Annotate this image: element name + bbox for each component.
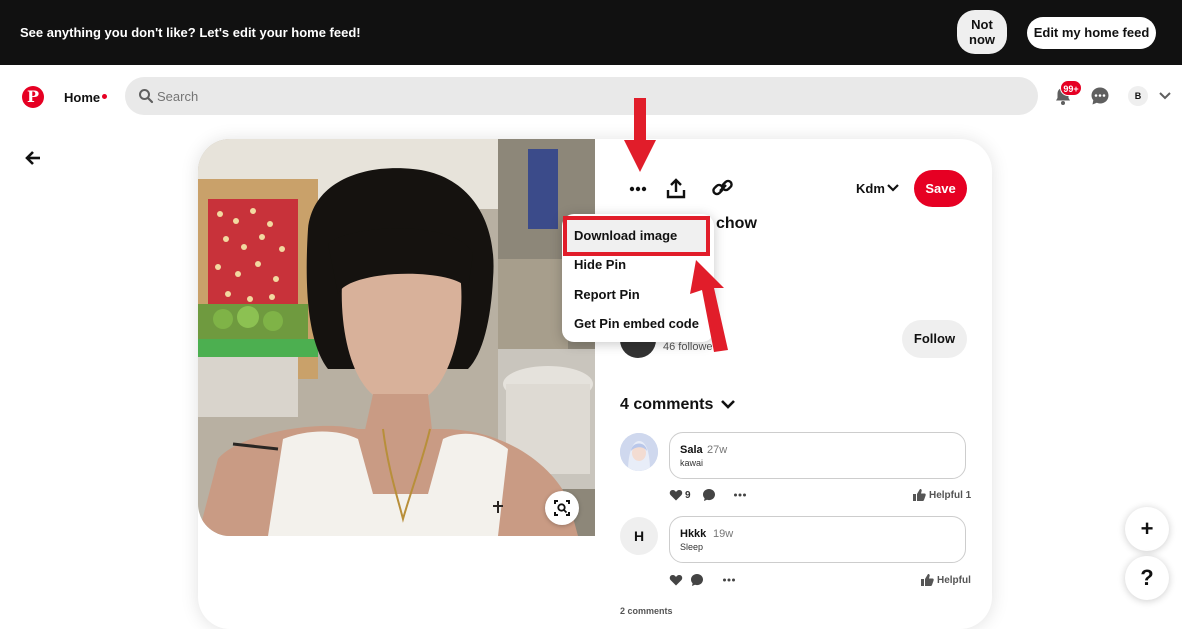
comment-time: 19w	[713, 528, 734, 540]
helpful-thumb-icon[interactable]	[920, 573, 934, 587]
heart-icon[interactable]	[669, 573, 683, 587]
save-button[interactable]: Save	[914, 170, 967, 207]
back-arrow-icon[interactable]	[24, 150, 42, 166]
not-now-button[interactable]: Not now	[957, 10, 1007, 54]
annotation-arrow-up-icon	[690, 260, 728, 352]
follow-button[interactable]: Follow	[902, 320, 967, 358]
menu-item-hide-pin[interactable]: Hide Pin	[574, 257, 626, 272]
comment-bubble: Sala 27w kawai	[669, 432, 966, 479]
menu-item-report-pin[interactable]: Report Pin	[574, 287, 640, 302]
top-banner: See anything you don't like? Let's edit …	[0, 0, 1182, 65]
board-selector[interactable]: Kdm	[856, 181, 885, 196]
helpful-label[interactable]: Helpful 1	[929, 490, 971, 501]
comment-bubble: Hkkk 19w Sleep	[669, 516, 966, 563]
visual-search-icon	[554, 500, 570, 516]
home-nav-link[interactable]: Home	[64, 90, 100, 105]
annotation-arrow-down-icon	[624, 98, 656, 172]
account-chevron-down-icon[interactable]	[1158, 90, 1172, 102]
menu-item-download-image[interactable]: Download image	[574, 228, 677, 243]
comment-author[interactable]: Sala	[680, 444, 703, 456]
pin-title: chow	[716, 215, 757, 232]
helpful-thumb-icon[interactable]	[912, 488, 926, 502]
pinterest-logo-icon[interactable]: P	[22, 86, 44, 108]
comment-more-icon[interactable]	[733, 488, 747, 502]
edit-home-feed-button[interactable]: Edit my home feed	[1027, 17, 1156, 49]
board-chevron-down-icon[interactable]	[886, 182, 900, 194]
share-icon[interactable]	[663, 176, 689, 202]
reply-icon[interactable]	[702, 488, 716, 502]
comments-chevron-down-icon[interactable]	[720, 397, 736, 411]
comment-text: kawai	[680, 458, 704, 468]
heart-icon[interactable]	[669, 488, 683, 502]
pin-image[interactable]	[198, 139, 595, 536]
menu-item-get-embed-code[interactable]: Get Pin embed code	[574, 316, 699, 331]
help-button[interactable]: ?	[1125, 556, 1169, 600]
messages-icon[interactable]	[1090, 86, 1110, 106]
pin-photo	[198, 139, 595, 536]
more-options-icon[interactable]	[625, 176, 651, 202]
search-icon	[139, 89, 154, 104]
search-bar[interactable]	[125, 77, 1038, 115]
comment-more-icon[interactable]	[722, 573, 736, 587]
not-now-label: Not now	[969, 17, 995, 47]
home-indicator-dot	[102, 94, 107, 99]
comment-like-count: 9	[685, 490, 691, 501]
copy-link-icon[interactable]	[710, 175, 736, 201]
helpful-label[interactable]: Helpful	[937, 575, 971, 586]
reply-icon[interactable]	[690, 573, 704, 587]
comment-author[interactable]: Hkkk	[680, 528, 706, 540]
banner-message: See anything you don't like? Let's edit …	[20, 25, 361, 40]
notifications-badge: 99+	[1060, 80, 1082, 96]
more-comments-link[interactable]: 2 comments	[620, 606, 673, 616]
visual-search-button[interactable]	[545, 491, 579, 525]
comments-header[interactable]: 4 comments	[620, 396, 713, 414]
account-avatar[interactable]: B	[1128, 86, 1148, 106]
comment-time: 27w	[707, 444, 728, 456]
commenter-photo	[620, 433, 658, 471]
comment-avatar-initial[interactable]: H	[620, 517, 658, 555]
comment-avatar[interactable]	[620, 433, 658, 471]
search-input[interactable]	[157, 77, 1017, 115]
create-button[interactable]: +	[1125, 507, 1169, 551]
comment-text: Sleep	[680, 542, 704, 552]
